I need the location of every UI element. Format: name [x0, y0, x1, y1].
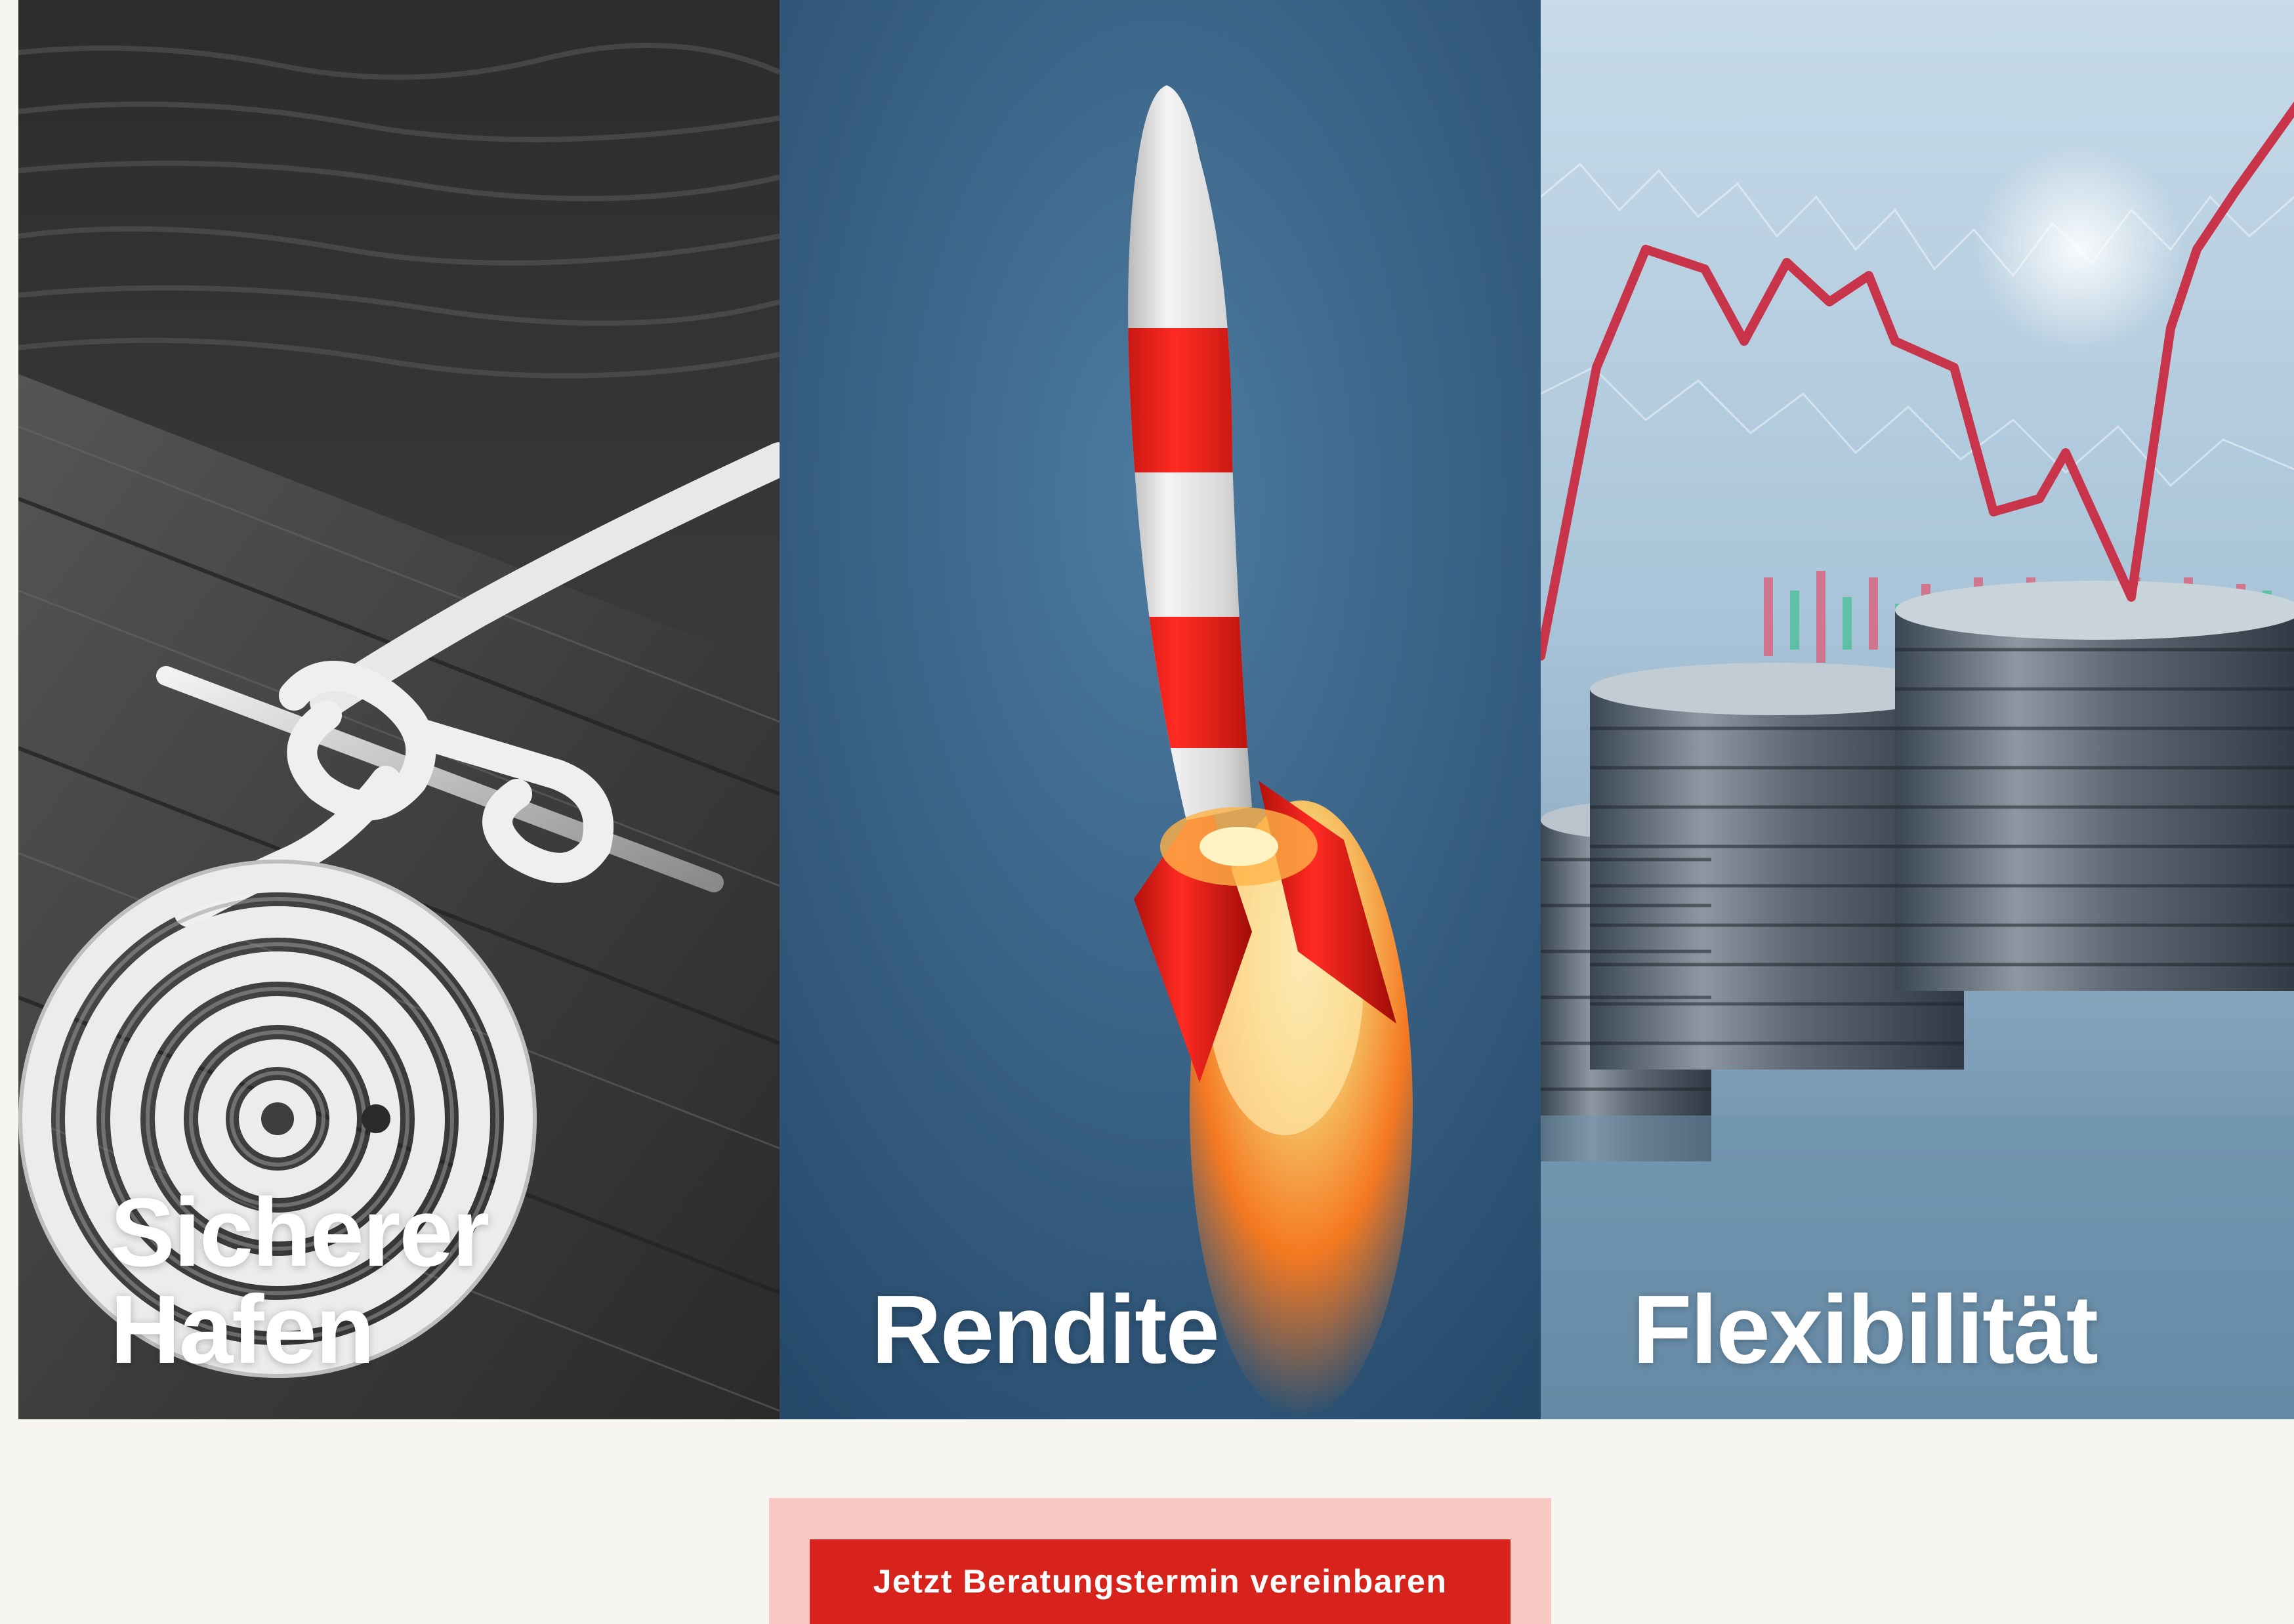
book-consultation-button[interactable]: Jetzt Beratungstermin vereinbaren [810, 1539, 1511, 1624]
rocket-image [780, 0, 1541, 1419]
card-safe-harbor[interactable]: Sicherer Hafen [18, 0, 780, 1419]
coins-stock-chart-image [1541, 0, 2294, 1419]
card-flexibility[interactable]: Flexibilität [1541, 0, 2294, 1419]
feature-cards: Sicherer Hafen Rendite Flexibilität [18, 0, 2294, 1419]
card-title-safe-harbor: Sicherer Hafen [110, 1178, 490, 1384]
cta-frame: Jetzt Beratungstermin vereinbaren [769, 1498, 1551, 1624]
card-title-return: Rendite [871, 1276, 1220, 1384]
card-return[interactable]: Rendite [780, 0, 1541, 1419]
card-title-flexibility: Flexibilität [1633, 1276, 2098, 1384]
